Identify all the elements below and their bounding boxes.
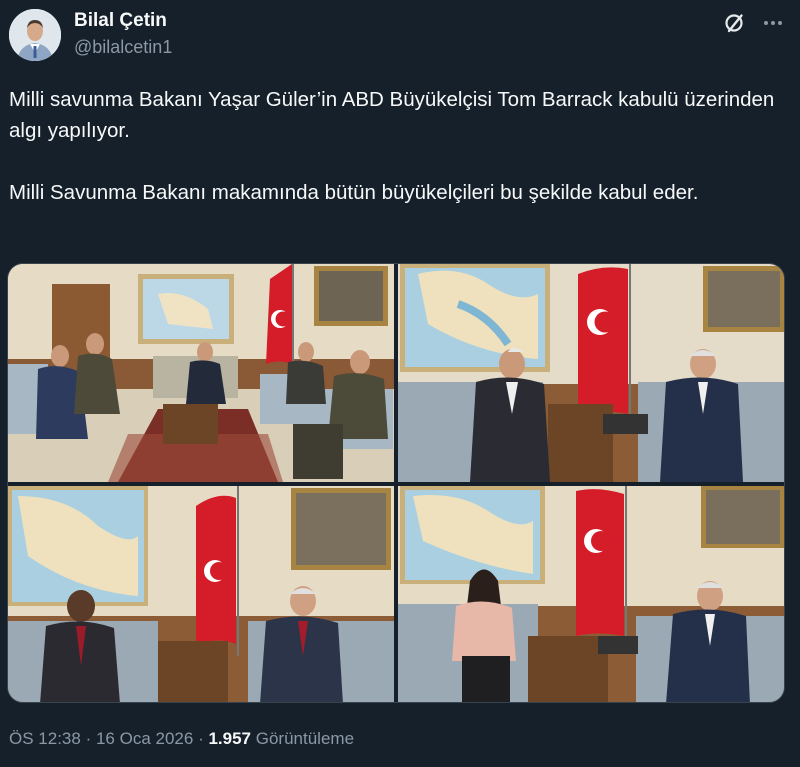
photo-3[interactable] <box>8 486 394 702</box>
tweet-text: Milli savunma Bakanı Yaşar Güler’in ABD … <box>9 84 789 208</box>
avatar[interactable] <box>9 9 61 61</box>
grok-icon[interactable] <box>721 10 747 36</box>
views-label: Görüntüleme <box>255 729 355 748</box>
tweet-time[interactable]: ÖS 12:38 <box>9 729 81 748</box>
photo-4[interactable] <box>398 486 784 702</box>
media-grid <box>7 263 785 703</box>
meta-separator: · <box>85 729 92 748</box>
tweet-paragraph-2: Milli Savunma Bakanı makamında bütün büy… <box>9 181 699 204</box>
tweet-meta: ÖS 12:38 · 16 Oca 2026 · 1.957 Görüntüle… <box>9 729 354 749</box>
photo-1[interactable] <box>8 264 394 482</box>
tweet-date[interactable]: 16 Oca 2026 <box>96 729 193 748</box>
more-icon[interactable] <box>760 10 786 36</box>
photo-2[interactable] <box>398 264 784 482</box>
display-name[interactable]: Bilal Çetin <box>74 10 167 32</box>
views-count: 1.957 <box>208 729 252 748</box>
tweet[interactable]: Bilal Çetin @bilalcetin1 Milli savunma B… <box>0 0 800 767</box>
tweet-paragraph-1: Milli savunma Bakanı Yaşar Güler’in ABD … <box>9 88 775 142</box>
meta-separator: · <box>198 729 204 748</box>
handle[interactable]: @bilalcetin1 <box>74 37 172 58</box>
